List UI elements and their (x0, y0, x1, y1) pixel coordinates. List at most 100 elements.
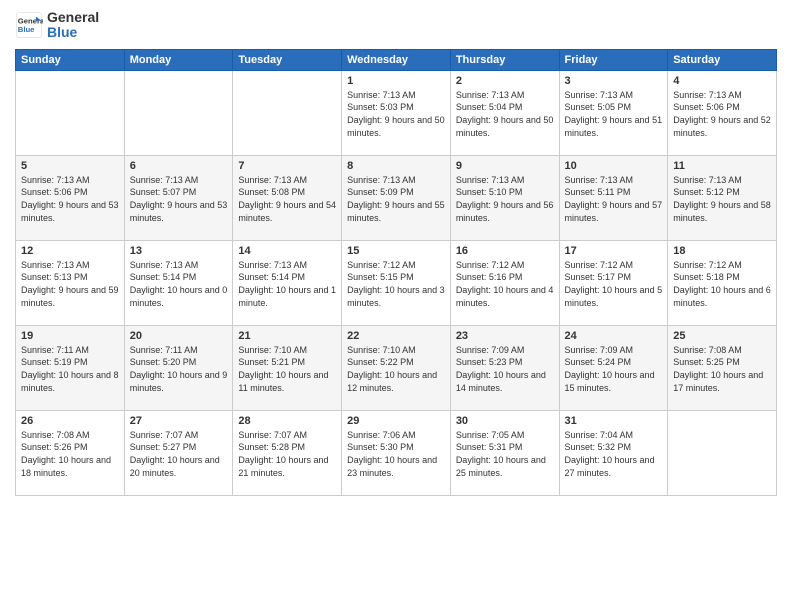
calendar-cell: 24Sunrise: 7:09 AM Sunset: 5:24 PM Dayli… (559, 325, 668, 410)
day-details: Sunrise: 7:13 AM Sunset: 5:05 PM Dayligh… (565, 89, 663, 139)
calendar-cell: 20Sunrise: 7:11 AM Sunset: 5:20 PM Dayli… (124, 325, 233, 410)
calendar-cell: 11 Sunrise: 7:13 AM Sunset: 5:12 PM Dayli… (668, 155, 777, 240)
day-number: 3 (565, 75, 663, 87)
day-details: Sunrise: 7:11 AM Sunset: 5:19 PM Dayligh… (21, 344, 119, 394)
calendar-cell: 7 Sunrise: 7:13 AM Sunset: 5:08 PM Daylig… (233, 155, 342, 240)
calendar-cell: 31 Sunrise: 7:04 AM Sunset: 5:32 PM Dayli… (559, 410, 668, 495)
calendar-cell (124, 70, 233, 155)
day-details: Sunrise: 7:09 AM Sunset: 5:24 PM Dayligh… (565, 344, 663, 394)
day-details: Sunrise: 7:09 AM Sunset: 5:23 PM Dayligh… (456, 344, 554, 394)
day-number: 21 (238, 330, 336, 342)
day-number: 4 (673, 75, 771, 87)
calendar-cell: 4 Sunrise: 7:13 AM Sunset: 5:06 PM Daylig… (668, 70, 777, 155)
calendar-cell: 8 Sunrise: 7:13 AM Sunset: 5:09 PM Daylig… (342, 155, 451, 240)
calendar-cell: 30 Sunrise: 7:05 AM Sunset: 5:31 PM Dayli… (450, 410, 559, 495)
day-number: 29 (347, 415, 445, 427)
calendar-cell: 13 Sunrise: 7:13 AM Sunset: 5:14 PM Dayli… (124, 240, 233, 325)
calendar-cell: 14 Sunrise: 7:13 AM Sunset: 5:14 PM Dayli… (233, 240, 342, 325)
day-details: Sunrise: 7:13 AM Sunset: 5:06 PM Dayligh… (673, 89, 771, 139)
day-details: Sunrise: 7:07 AM Sunset: 5:28 PM Dayligh… (238, 429, 336, 479)
calendar-cell: 17Sunrise: 7:12 AM Sunset: 5:17 PM Dayli… (559, 240, 668, 325)
day-details: Sunrise: 7:04 AM Sunset: 5:32 PM Dayligh… (565, 429, 663, 479)
day-number: 14 (238, 245, 336, 257)
day-number: 27 (130, 415, 228, 427)
day-number: 26 (21, 415, 119, 427)
day-details: Sunrise: 7:13 AM Sunset: 5:07 PM Dayligh… (130, 174, 228, 224)
day-number: 6 (130, 160, 228, 172)
day-details: Sunrise: 7:13 AM Sunset: 5:03 PM Dayligh… (347, 89, 445, 139)
day-number: 28 (238, 415, 336, 427)
calendar-cell: 19 Sunrise: 7:11 AM Sunset: 5:19 PM Dayli… (16, 325, 125, 410)
logo: General Blue General Blue (15, 10, 99, 41)
day-number: 16 (456, 245, 554, 257)
calendar-cell (16, 70, 125, 155)
day-number: 25 (673, 330, 771, 342)
day-details: Sunrise: 7:13 AM Sunset: 5:09 PM Dayligh… (347, 174, 445, 224)
calendar-cell: 2 Sunrise: 7:13 AM Sunset: 5:04 PM Daylig… (450, 70, 559, 155)
week-row-1: 1Sunrise: 7:13 AM Sunset: 5:03 PM Daylig… (16, 70, 777, 155)
weekday-header-thursday: Thursday (450, 49, 559, 70)
day-details: Sunrise: 7:11 AM Sunset: 5:20 PM Dayligh… (130, 344, 228, 394)
calendar-cell: 3 Sunrise: 7:13 AM Sunset: 5:05 PM Daylig… (559, 70, 668, 155)
weekday-header-tuesday: Tuesday (233, 49, 342, 70)
weekday-header-saturday: Saturday (668, 49, 777, 70)
day-details: Sunrise: 7:13 AM Sunset: 5:06 PM Dayligh… (21, 174, 119, 224)
weekday-header-row: SundayMondayTuesdayWednesdayThursdayFrid… (16, 49, 777, 70)
day-number: 17 (565, 245, 663, 257)
page: General Blue General Blue SundayMondayTu… (0, 0, 792, 612)
day-details: Sunrise: 7:08 AM Sunset: 5:26 PM Dayligh… (21, 429, 119, 479)
day-details: Sunrise: 7:13 AM Sunset: 5:12 PM Dayligh… (673, 174, 771, 224)
week-row-5: 26 Sunrise: 7:08 AM Sunset: 5:26 PM Dayli… (16, 410, 777, 495)
day-number: 11 (673, 160, 771, 172)
day-details: Sunrise: 7:07 AM Sunset: 5:27 PM Dayligh… (130, 429, 228, 479)
day-details: Sunrise: 7:13 AM Sunset: 5:08 PM Dayligh… (238, 174, 336, 224)
calendar-cell: 1Sunrise: 7:13 AM Sunset: 5:03 PM Daylig… (342, 70, 451, 155)
day-details: Sunrise: 7:13 AM Sunset: 5:13 PM Dayligh… (21, 259, 119, 309)
calendar-cell: 9 Sunrise: 7:13 AM Sunset: 5:10 PM Daylig… (450, 155, 559, 240)
weekday-header-sunday: Sunday (16, 49, 125, 70)
week-row-3: 12 Sunrise: 7:13 AM Sunset: 5:13 PM Dayli… (16, 240, 777, 325)
day-number: 18 (673, 245, 771, 257)
day-details: Sunrise: 7:13 AM Sunset: 5:04 PM Dayligh… (456, 89, 554, 139)
calendar-cell: 5Sunrise: 7:13 AM Sunset: 5:06 PM Daylig… (16, 155, 125, 240)
calendar-table: SundayMondayTuesdayWednesdayThursdayFrid… (15, 49, 777, 496)
day-details: Sunrise: 7:12 AM Sunset: 5:15 PM Dayligh… (347, 259, 445, 309)
calendar-cell (233, 70, 342, 155)
calendar-cell: 28 Sunrise: 7:07 AM Sunset: 5:28 PM Dayli… (233, 410, 342, 495)
day-number: 22 (347, 330, 445, 342)
calendar-cell: 22 Sunrise: 7:10 AM Sunset: 5:22 PM Dayli… (342, 325, 451, 410)
logo-icon: General Blue (15, 11, 43, 39)
day-number: 8 (347, 160, 445, 172)
day-number: 30 (456, 415, 554, 427)
day-number: 19 (21, 330, 119, 342)
calendar-cell: 18 Sunrise: 7:12 AM Sunset: 5:18 PM Dayli… (668, 240, 777, 325)
calendar-cell: 21Sunrise: 7:10 AM Sunset: 5:21 PM Dayli… (233, 325, 342, 410)
calendar-cell: 26 Sunrise: 7:08 AM Sunset: 5:26 PM Dayli… (16, 410, 125, 495)
svg-text:General: General (18, 17, 43, 26)
day-number: 31 (565, 415, 663, 427)
day-number: 13 (130, 245, 228, 257)
day-details: Sunrise: 7:13 AM Sunset: 5:11 PM Dayligh… (565, 174, 663, 224)
day-number: 15 (347, 245, 445, 257)
day-details: Sunrise: 7:10 AM Sunset: 5:22 PM Dayligh… (347, 344, 445, 394)
day-number: 7 (238, 160, 336, 172)
day-details: Sunrise: 7:13 AM Sunset: 5:14 PM Dayligh… (130, 259, 228, 309)
day-details: Sunrise: 7:12 AM Sunset: 5:18 PM Dayligh… (673, 259, 771, 309)
day-number: 12 (21, 245, 119, 257)
calendar-cell: 10Sunrise: 7:13 AM Sunset: 5:11 PM Dayli… (559, 155, 668, 240)
day-details: Sunrise: 7:13 AM Sunset: 5:10 PM Dayligh… (456, 174, 554, 224)
calendar-cell: 6 Sunrise: 7:13 AM Sunset: 5:07 PM Daylig… (124, 155, 233, 240)
day-details: Sunrise: 7:05 AM Sunset: 5:31 PM Dayligh… (456, 429, 554, 479)
week-row-2: 5Sunrise: 7:13 AM Sunset: 5:06 PM Daylig… (16, 155, 777, 240)
logo-text: General Blue (47, 10, 99, 41)
day-number: 2 (456, 75, 554, 87)
day-details: Sunrise: 7:13 AM Sunset: 5:14 PM Dayligh… (238, 259, 336, 309)
calendar-cell: 23Sunrise: 7:09 AM Sunset: 5:23 PM Dayli… (450, 325, 559, 410)
weekday-header-friday: Friday (559, 49, 668, 70)
weekday-header-wednesday: Wednesday (342, 49, 451, 70)
calendar-cell: 25Sunrise: 7:08 AM Sunset: 5:25 PM Dayli… (668, 325, 777, 410)
day-number: 9 (456, 160, 554, 172)
calendar-cell: 27 Sunrise: 7:07 AM Sunset: 5:27 PM Dayli… (124, 410, 233, 495)
weekday-header-monday: Monday (124, 49, 233, 70)
calendar-cell: 12 Sunrise: 7:13 AM Sunset: 5:13 PM Dayli… (16, 240, 125, 325)
